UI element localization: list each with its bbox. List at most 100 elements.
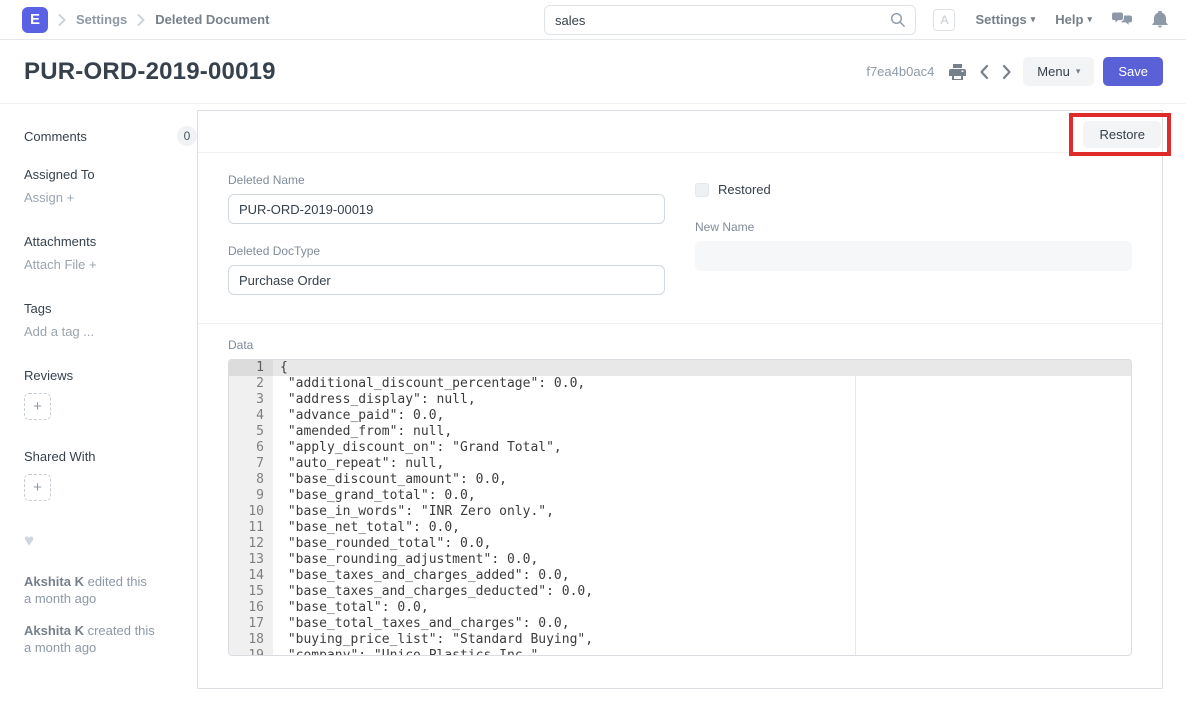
form-column-left: Deleted Name Deleted DocType xyxy=(228,173,665,295)
activity-action: created this xyxy=(88,623,155,638)
attach-file-button[interactable]: Attach File + xyxy=(24,257,197,272)
navbar-right: A Settings ▾ Help ▾ xyxy=(933,9,1168,31)
shared-with-section: Shared With + xyxy=(24,449,197,501)
add-tag-input[interactable]: Add a tag ... xyxy=(24,324,197,339)
code-text: "company": "Unico Plastics Inc.", xyxy=(273,648,546,656)
code-line: 7 "auto_repeat": null, xyxy=(229,456,1131,472)
attachments-label: Attachments xyxy=(24,234,197,249)
comments-label: Comments xyxy=(24,129,87,144)
menu-button[interactable]: Menu ▾ xyxy=(1023,57,1094,86)
settings-dropdown-label: Settings xyxy=(975,12,1026,27)
restore-button[interactable]: Restore xyxy=(1083,121,1161,148)
code-line: 13 "base_rounding_adjustment": 0.0, xyxy=(229,552,1131,568)
print-icon[interactable] xyxy=(947,62,968,82)
search-input[interactable] xyxy=(545,13,890,28)
code-text: "base_rounding_adjustment": 0.0, xyxy=(273,552,538,568)
avatar[interactable]: A xyxy=(933,9,955,31)
chat-icon[interactable] xyxy=(1112,11,1132,28)
code-text: "apply_discount_on": "Grand Total", xyxy=(273,440,562,456)
activity-edited: Akshita K edited this a month ago xyxy=(24,573,197,607)
page-head: PUR-ORD-2019-00019 f7ea4b0ac4 Menu ▾ Sav… xyxy=(0,40,1186,104)
like-heart-icon[interactable]: ♥ xyxy=(24,531,197,551)
next-document-icon[interactable] xyxy=(1000,62,1014,82)
line-number: 15 xyxy=(229,584,273,600)
code-line: 8 "base_discount_amount": 0.0, xyxy=(229,472,1131,488)
attachments-section: Attachments Attach File + xyxy=(24,234,197,272)
code-text: "base_grand_total": 0.0, xyxy=(273,488,476,504)
code-text: "base_taxes_and_charges_added": 0.0, xyxy=(273,568,570,584)
code-line: 1{ xyxy=(229,360,1131,376)
line-number: 4 xyxy=(229,408,273,424)
data-code-editor[interactable]: 1{2 "additional_discount_percentage": 0.… xyxy=(228,359,1132,656)
notifications-bell-icon[interactable] xyxy=(1152,11,1168,28)
line-number: 14 xyxy=(229,568,273,584)
form-column-right: Restored New Name xyxy=(695,173,1132,295)
line-number: 10 xyxy=(229,504,273,520)
line-number: 2 xyxy=(229,376,273,392)
code-text: "base_total_taxes_and_charges": 0.0, xyxy=(273,616,570,632)
line-number: 12 xyxy=(229,536,273,552)
line-number: 8 xyxy=(229,472,273,488)
chevron-right-icon xyxy=(58,14,66,26)
code-line: 18 "buying_price_list": "Standard Buying… xyxy=(229,632,1131,648)
app-logo[interactable]: E xyxy=(22,7,48,33)
activity-when: a month ago xyxy=(24,591,96,606)
code-line: 6 "apply_discount_on": "Grand Total", xyxy=(229,440,1131,456)
line-number: 1 xyxy=(229,360,273,376)
code-line: 11 "base_net_total": 0.0, xyxy=(229,520,1131,536)
breadcrumb-settings[interactable]: Settings xyxy=(76,12,127,27)
code-text: "base_in_words": "INR Zero only.", xyxy=(273,504,554,520)
line-number: 6 xyxy=(229,440,273,456)
deleted-doctype-input[interactable] xyxy=(228,265,665,295)
settings-dropdown[interactable]: Settings ▾ xyxy=(975,12,1035,27)
breadcrumb-deleted-document[interactable]: Deleted Document xyxy=(155,12,269,27)
new-name-label: New Name xyxy=(695,220,1132,234)
new-name-input xyxy=(695,241,1132,271)
restored-label: Restored xyxy=(718,182,771,197)
save-button[interactable]: Save xyxy=(1103,57,1163,86)
chevron-down-icon: ▾ xyxy=(1076,66,1081,77)
line-number: 9 xyxy=(229,488,273,504)
assign-button[interactable]: Assign + xyxy=(24,190,197,205)
comments-row[interactable]: Comments 0 xyxy=(24,126,197,146)
code-text: "base_taxes_and_charges_deducted": 0.0, xyxy=(273,584,593,600)
activity-user[interactable]: Akshita K xyxy=(24,574,84,589)
line-number: 3 xyxy=(229,392,273,408)
code-line: 19 "company": "Unico Plastics Inc.", xyxy=(229,648,1131,656)
code-text: "buying_price_list": "Standard Buying", xyxy=(273,632,593,648)
code-text: "advance_paid": 0.0, xyxy=(273,408,444,424)
form-section-data: Data 1{2 "additional_discount_percentage… xyxy=(198,324,1162,688)
line-number: 11 xyxy=(229,520,273,536)
share-button[interactable]: + xyxy=(24,474,51,501)
code-text: "base_discount_amount": 0.0, xyxy=(273,472,507,488)
code-line: 14 "base_taxes_and_charges_added": 0.0, xyxy=(229,568,1131,584)
code-line: 15 "base_taxes_and_charges_deducted": 0.… xyxy=(229,584,1131,600)
code-line: 2 "additional_discount_percentage": 0.0, xyxy=(229,376,1131,392)
deleted-name-input[interactable] xyxy=(228,194,665,224)
search-icon[interactable] xyxy=(890,12,915,28)
line-number: 16 xyxy=(229,600,273,616)
comments-count-badge: 0 xyxy=(177,126,197,146)
document-hash: f7ea4b0ac4 xyxy=(866,64,934,79)
code-text: "additional_discount_percentage": 0.0, xyxy=(273,376,585,392)
tags-section: Tags Add a tag ... xyxy=(24,301,197,339)
chevron-right-icon xyxy=(137,14,145,26)
activity-action: edited this xyxy=(88,574,147,589)
activity-user[interactable]: Akshita K xyxy=(24,623,84,638)
code-line: 3 "address_display": null, xyxy=(229,392,1131,408)
content: Comments 0 Assigned To Assign + Attachme… xyxy=(0,110,1186,689)
code-text: "base_net_total": 0.0, xyxy=(273,520,460,536)
restored-checkbox[interactable] xyxy=(695,183,709,197)
shared-with-label: Shared With xyxy=(24,449,197,464)
help-dropdown[interactable]: Help ▾ xyxy=(1055,12,1092,27)
assigned-to-label: Assigned To xyxy=(24,167,197,182)
code-text: "base_rounded_total": 0.0, xyxy=(273,536,491,552)
line-number: 18 xyxy=(229,632,273,648)
chevron-down-icon: ▾ xyxy=(1087,14,1092,25)
deleted-doctype-label: Deleted DocType xyxy=(228,244,665,258)
add-review-button[interactable]: + xyxy=(24,393,51,420)
reviews-label: Reviews xyxy=(24,368,197,383)
previous-document-icon[interactable] xyxy=(977,62,991,82)
code-line: 9 "base_grand_total": 0.0, xyxy=(229,488,1131,504)
restore-highlight-annotation: Restore xyxy=(1069,113,1171,156)
